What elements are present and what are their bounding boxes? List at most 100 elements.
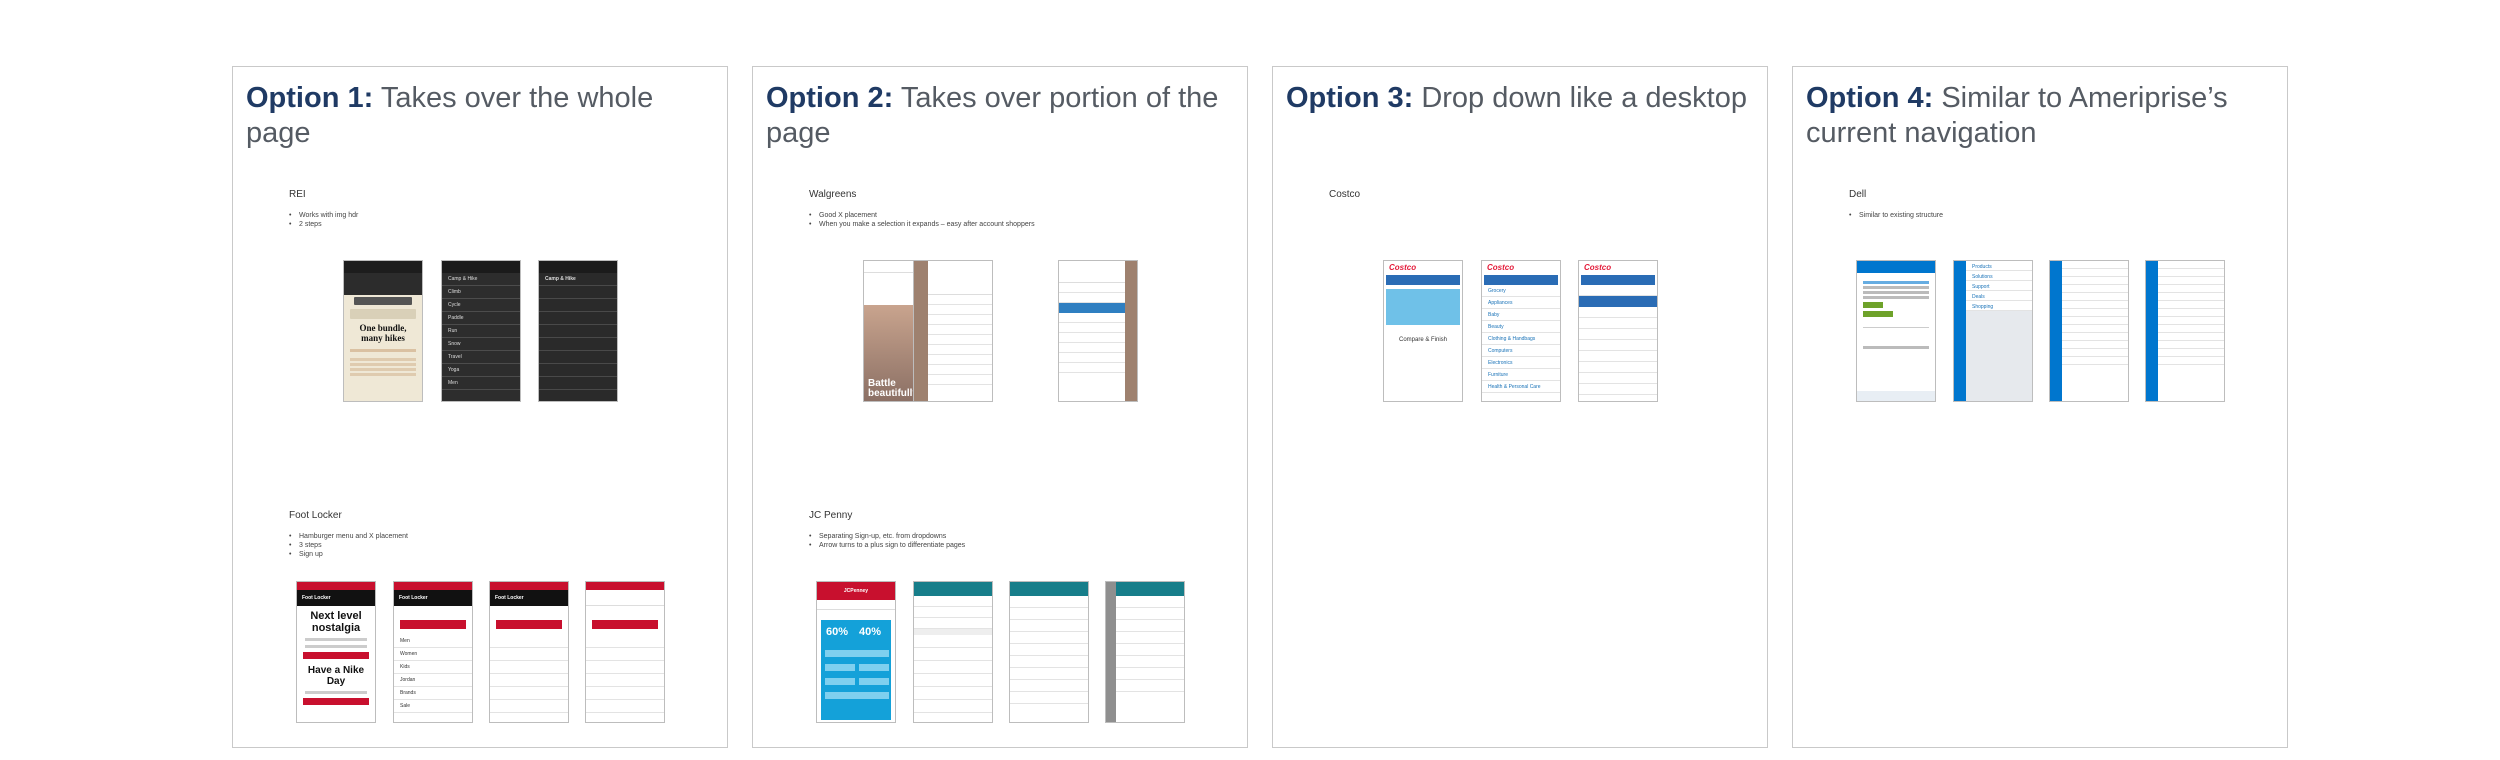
option-card-1: Option 1: Takes over the whole page REI …	[232, 66, 728, 748]
menu-item-placeholder	[1116, 632, 1184, 644]
menu-item-placeholder	[928, 375, 992, 385]
costco-home-screenshot: Costco Compare & Finish	[1383, 260, 1463, 402]
walgreens-submenu-screenshot	[1058, 260, 1138, 402]
menu-item-placeholder	[928, 305, 992, 315]
menu-item-placeholder	[928, 355, 992, 365]
menu-item-placeholder	[1010, 680, 1088, 692]
menu-item-placeholder	[2158, 293, 2224, 301]
jcp-logo: JCPenney	[817, 582, 895, 600]
menu-item-placeholder	[1059, 353, 1125, 363]
menu-item: Support	[1966, 281, 2032, 291]
rei-hero-line: many hikes	[361, 333, 405, 343]
rei-hero-line: One bundle,	[359, 323, 407, 333]
costco-logo: Costco	[1389, 263, 1417, 272]
menu-item-placeholder	[539, 351, 617, 364]
option-title: Option 3: Drop down like a desktop	[1286, 81, 1756, 116]
menu-item: Climb	[442, 286, 520, 299]
menu-item-placeholder	[1116, 596, 1184, 608]
menu-item-placeholder	[586, 674, 664, 687]
menu-item: Appliances	[1482, 297, 1560, 309]
bullet: Similar to existing structure	[1849, 211, 1943, 220]
menu-item: Camp & Hike	[539, 273, 617, 286]
menu-item: Camp & Hike	[442, 273, 520, 286]
costco-submenu-screenshot: Costco	[1578, 260, 1658, 402]
menu-item: Run	[442, 325, 520, 338]
menu-item-placeholder	[490, 687, 568, 700]
menu-item: Kids	[394, 661, 472, 674]
menu-item-placeholder	[1579, 373, 1657, 384]
menu-item-placeholder	[2158, 277, 2224, 285]
menu-item-placeholder	[1579, 362, 1657, 373]
bullet: 3 steps	[289, 541, 408, 550]
dell-home-screenshot	[1856, 260, 1936, 402]
menu-item-placeholder	[1059, 293, 1125, 303]
menu-item: Shopping	[1966, 301, 2032, 311]
menu-item-placeholder	[914, 674, 992, 687]
fl-logo: Foot Locker	[394, 590, 472, 606]
menu-item-placeholder	[586, 687, 664, 700]
example-name: Walgreens	[809, 189, 857, 200]
menu-item: Jordan	[394, 674, 472, 687]
menu-item-placeholder	[1059, 343, 1125, 353]
jcp-sale: 60%	[826, 626, 849, 638]
costco-mid: Compare & Finish	[1398, 337, 1448, 343]
option-number: Option 4:	[1806, 82, 1934, 114]
menu-item-placeholder	[539, 312, 617, 325]
bullet: Hamburger menu and X placement	[289, 532, 408, 541]
option-title: Option 2: Takes over portion of the page	[766, 81, 1236, 151]
menu-item-placeholder	[539, 364, 617, 377]
menu-item-placeholder	[2062, 325, 2128, 333]
rei-home-screenshot: One bundle, many hikes	[343, 260, 423, 402]
menu-item-placeholder	[539, 299, 617, 312]
menu-item: Products	[1966, 261, 2032, 271]
menu-item-placeholder	[1579, 340, 1657, 351]
menu-item-placeholder	[490, 635, 568, 648]
menu-item-placeholder	[1010, 668, 1088, 680]
costco-menu-screenshot: Costco Grocery Appliances Baby Beauty Cl…	[1481, 260, 1561, 402]
example-name: Costco	[1329, 189, 1361, 200]
menu-item-placeholder	[1010, 620, 1088, 632]
menu-item-placeholder	[1059, 363, 1125, 373]
bullet: Separating Sign-up, etc. from dropdowns	[809, 532, 965, 541]
dell-submenu-screenshot	[2049, 260, 2129, 402]
menu-item-placeholder	[2158, 357, 2224, 365]
option-card-3: Option 3: Drop down like a desktop Costc…	[1272, 66, 1768, 748]
example-costco: Costco	[1329, 189, 1360, 200]
bullet: Sign up	[289, 550, 408, 559]
menu-item-placeholder	[490, 674, 568, 687]
menu-item-placeholder	[1579, 351, 1657, 362]
menu-item-placeholder	[1010, 596, 1088, 608]
menu-item-placeholder	[2158, 285, 2224, 293]
menu-item-placeholder	[928, 335, 992, 345]
menu-item: Brands	[394, 687, 472, 700]
menu-item-placeholder	[2062, 349, 2128, 357]
fl-hero-line: Have a Nike	[307, 665, 365, 676]
costco-logo: Costco	[1487, 263, 1515, 272]
menu-item-placeholder	[2062, 285, 2128, 293]
menu-item-placeholder	[914, 700, 992, 713]
menu-item-placeholder	[586, 661, 664, 674]
menu-item: Grocery	[1482, 285, 1560, 297]
menu-item-placeholder	[914, 687, 992, 700]
menu-item-placeholder	[1010, 656, 1088, 668]
bullet: Good X placement	[809, 211, 1035, 220]
option-card-4: Option 4: Similar to Ameriprise’s curren…	[1792, 66, 2288, 748]
bullet: Arrow turns to a plus sign to differenti…	[809, 541, 965, 550]
menu-item-placeholder	[2062, 357, 2128, 365]
fl-logo: Foot Locker	[297, 590, 375, 606]
option-number: Option 1:	[246, 82, 374, 114]
menu-item-placeholder	[2062, 317, 2128, 325]
menu-item-placeholder	[914, 635, 992, 648]
example-foot-locker: Foot Locker Hamburger menu and X placeme…	[289, 510, 408, 559]
example-name: Dell	[1849, 189, 1867, 200]
fl-hero-line: nostalgia	[311, 622, 361, 634]
menu-item: Cycle	[442, 299, 520, 312]
menu-item-placeholder	[539, 286, 617, 299]
menu-item-placeholder	[1010, 644, 1088, 656]
rei-submenu-screenshot: Camp & Hike	[538, 260, 618, 402]
option-card-2: Option 2: Takes over portion of the page…	[752, 66, 1248, 748]
menu-item-placeholder	[539, 338, 617, 351]
dell-subsubmenu-screenshot	[2145, 260, 2225, 402]
menu-item-placeholder	[2062, 341, 2128, 349]
jcpenney-home-screenshot: JCPenney 60% 40%	[816, 581, 896, 723]
